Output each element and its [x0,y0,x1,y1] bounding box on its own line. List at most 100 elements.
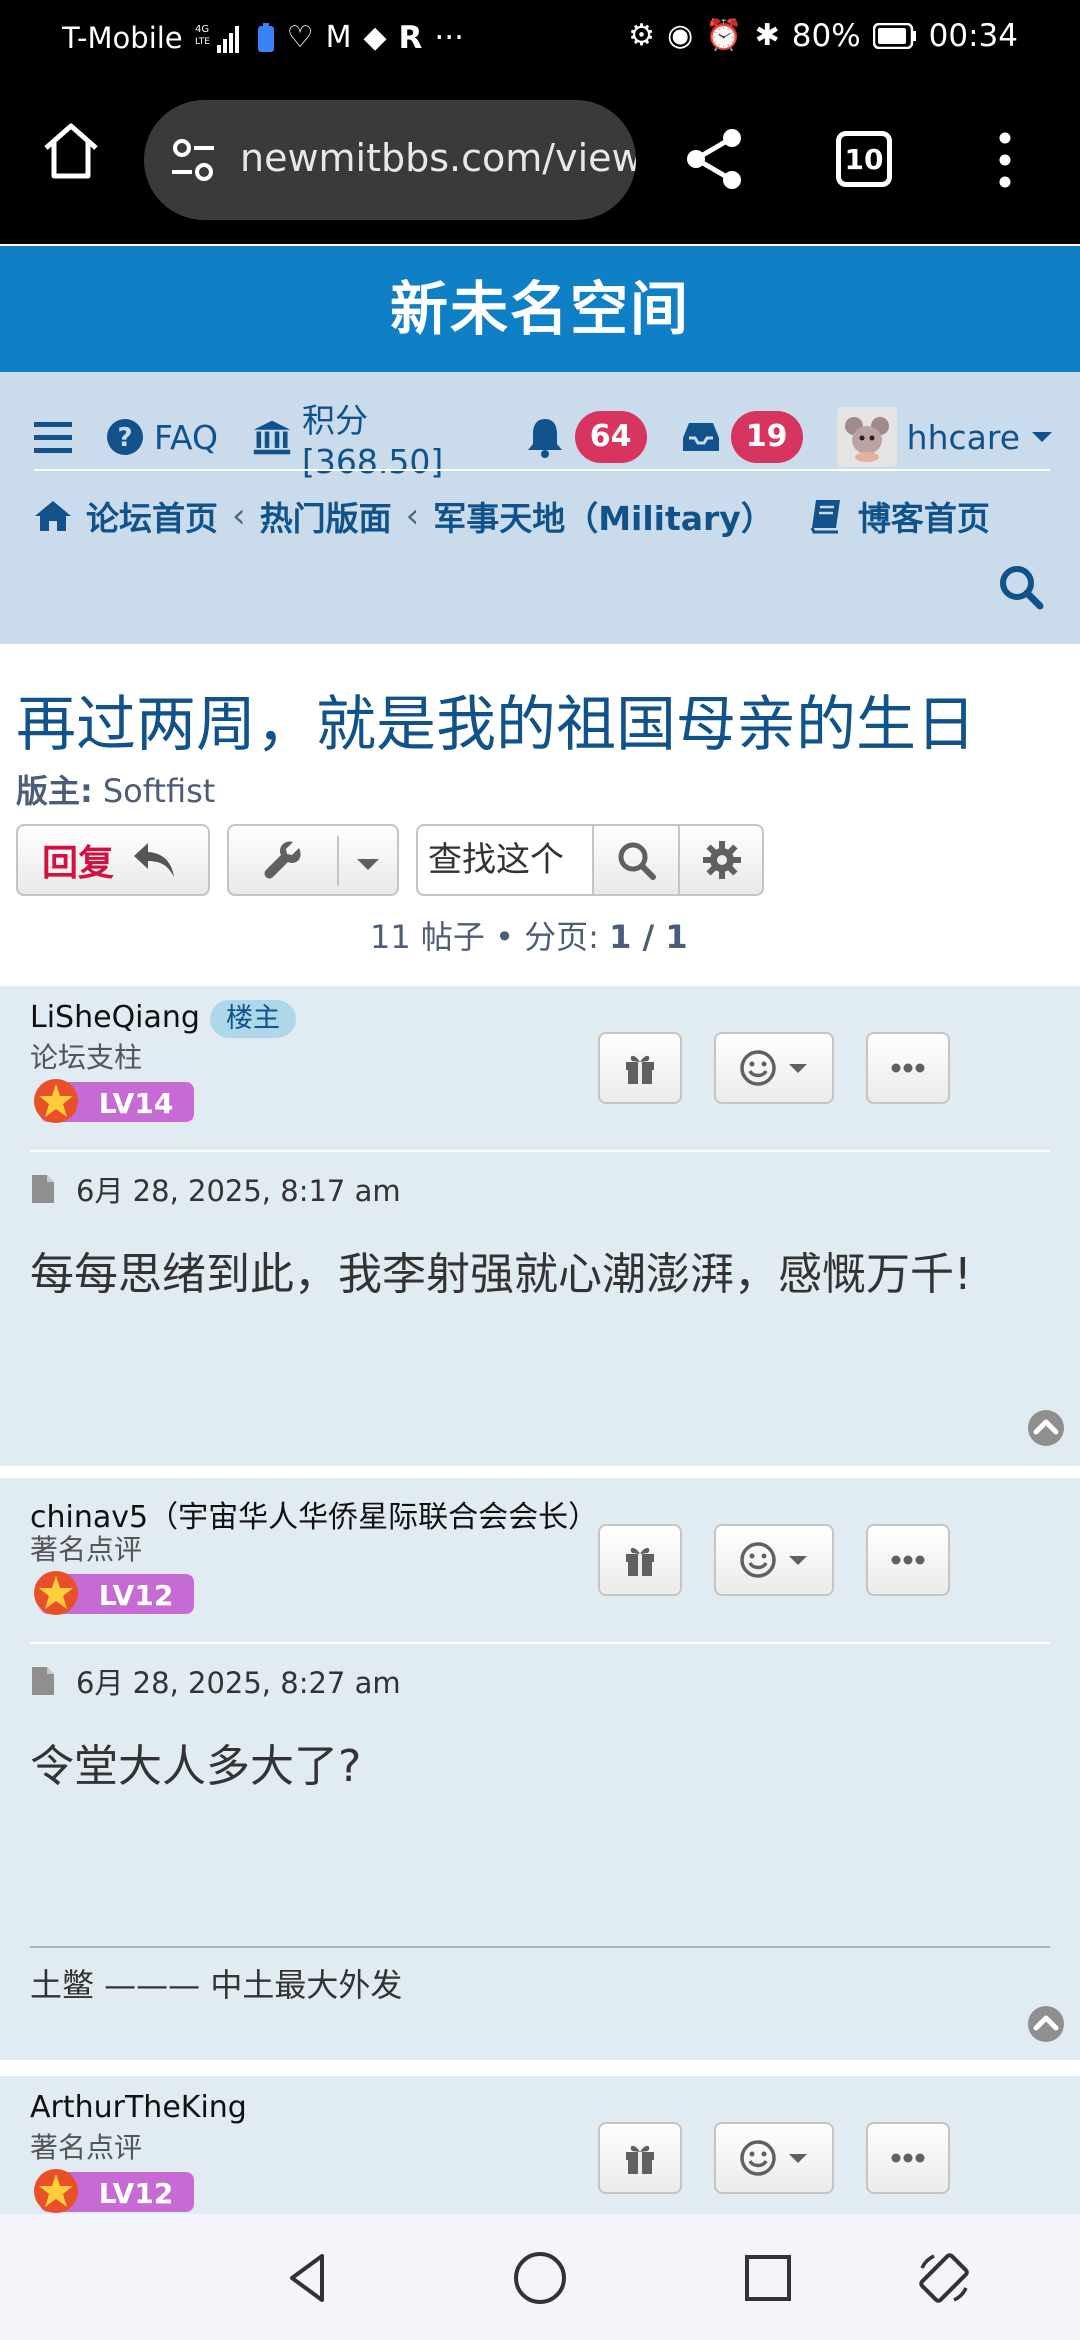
site-title[interactable]: 新未名空间 [0,246,1080,372]
post-author[interactable]: ArthurTheKing [30,2090,247,2125]
notifications-count-badge: 64 [574,411,647,463]
svg-text:4G: 4G [195,24,209,35]
menu-button[interactable] [34,420,72,454]
url-text[interactable]: newmitbbs.com/view [240,136,636,180]
gift-icon [626,1055,654,1084]
ellipsis-icon [891,1063,925,1073]
tab-switcher-button[interactable]: 10 [836,131,892,187]
post-item: chinav5（宇宙华人华侨星际联合会会长） 著名点评 LV12 6月 28, … [0,1478,1080,2060]
gift-button[interactable] [598,2122,682,2194]
ellipsis-icon [891,2153,925,2163]
topic-search-button[interactable] [592,826,678,894]
bluetooth-icon: ✱ [754,18,780,53]
smiley-icon [740,2140,776,2176]
search-icon[interactable] [998,564,1044,610]
post-more-button[interactable] [866,1032,950,1104]
ellipsis-icon [891,1555,925,1565]
caret-down-icon [789,2154,807,2163]
user-menu[interactable]: hhcare [836,407,1054,467]
share-icon[interactable] [680,124,750,194]
back-to-top-icon[interactable] [1026,2004,1066,2044]
thread-owner-badge: 楼主 [209,1000,296,1038]
breadcrumb-forum-home[interactable]: 论坛首页 [86,492,218,540]
site-settings-icon[interactable] [168,134,218,186]
home-icon [35,501,71,531]
gift-button[interactable] [598,1524,682,1596]
battery-saver-icon [257,23,275,53]
back-icon[interactable] [278,2248,338,2308]
post-signature: 土鳖 ——— 中土最大外发 [30,1966,403,2004]
post-date[interactable]: 6月 28, 2025, 8:17 am [76,1168,401,1210]
post-content: 每每思绪到此，我李射强就心潮澎湃，感慨万千! [30,1249,972,1300]
topic-search-box: 查找这个 [416,824,764,896]
post-date-line: 6月 28, 2025, 8:27 am [30,1660,401,1702]
post-divider [30,1642,1050,1644]
home-icon[interactable] [38,118,104,184]
alarm-icon: ⏰ [705,18,743,53]
signal-icon: 4G LTE [195,21,245,55]
moderator-name[interactable]: Softfist [103,772,216,810]
button-divider [337,836,339,886]
points-link[interactable]: 积分[368.50] [252,394,491,481]
address-bar[interactable]: newmitbbs.com/view [144,100,636,220]
system-navigation-bar [0,2214,1080,2340]
avatar [836,407,897,467]
post-item: ArthurTheKing 著名点评 LV12 [0,2076,1080,2216]
eye-comfort-icon: ◉ [667,18,694,53]
breadcrumb-separator-icon: ‹ [405,496,420,536]
signature-divider [30,1946,1050,1948]
more-menu-icon[interactable] [990,130,1020,190]
page-title[interactable]: 再过两周，就是我的祖国母亲的生日 [16,676,976,763]
post-author[interactable]: LiSheQiang [30,1000,200,1035]
rotate-screen-icon[interactable] [914,2248,974,2308]
breadcrumb-blog-home[interactable]: 博客首页 [858,492,990,540]
post-date-line: 6月 28, 2025, 8:17 am [30,1168,401,1210]
pagination-info: 11 帖子 • 分页: 1 / 1 [370,912,688,958]
health-icon: ♡ [286,20,314,55]
moderator-label: 版主: [16,772,93,810]
carrier-label: T-Mobile [62,21,183,55]
messages-button[interactable]: 19 [681,411,803,463]
messages-count-badge: 19 [730,411,803,463]
post-author-line: LiSheQiang 楼主 [30,1000,296,1038]
topic-tools-button[interactable] [227,824,399,896]
caret-down-icon [789,1556,807,1565]
back-to-top-icon[interactable] [1026,1408,1066,1448]
moderator-line: 版主: Softfist [16,766,215,812]
home-circle-icon[interactable] [510,2248,570,2308]
reaction-button[interactable] [714,1524,834,1596]
faq-link[interactable]: ? FAQ [106,418,218,457]
bank-icon [253,420,291,455]
topic-search-input[interactable]: 查找这个 [418,826,592,894]
page-number: 1 / 1 [609,918,688,956]
breadcrumb-separator-icon: ‹ [232,496,246,536]
caret-down-icon [1032,432,1052,442]
post-more-button[interactable] [866,2122,950,2194]
gmail-icon: M [325,20,352,55]
post-divider [30,1150,1050,1152]
reply-button[interactable]: 回复 [16,824,210,896]
recent-apps-icon[interactable] [738,2248,798,2308]
reaction-button[interactable] [714,1032,834,1104]
gift-button[interactable] [598,1032,682,1104]
level-badge-icon: LV12 [34,1571,194,1615]
reaction-button[interactable] [714,2122,834,2194]
level-label: LV12 [99,1579,174,1612]
post-date[interactable]: 6月 28, 2025, 8:27 am [76,1660,401,1702]
nav-divider [34,469,1050,471]
user-rank: 著名点评 [30,1533,143,1566]
file-icon [32,1175,54,1203]
username-label: hhcare [906,417,1020,457]
breadcrumb-hot-boards[interactable]: 热门版面 [260,492,392,540]
level-badge-icon: LV14 [34,1079,194,1123]
breadcrumb-military[interactable]: 军事天地（Military） [433,492,774,540]
notifications-button[interactable]: 64 [525,411,647,463]
file-icon [32,1667,54,1695]
caret-down-icon [789,1064,807,1073]
question-circle-icon: ? [107,419,143,455]
post-more-button[interactable] [866,1524,950,1596]
advanced-search-button[interactable] [678,826,762,894]
user-rank: 著名点评 [30,2131,143,2164]
inbox-icon [682,423,719,451]
battery-icon [872,23,917,49]
